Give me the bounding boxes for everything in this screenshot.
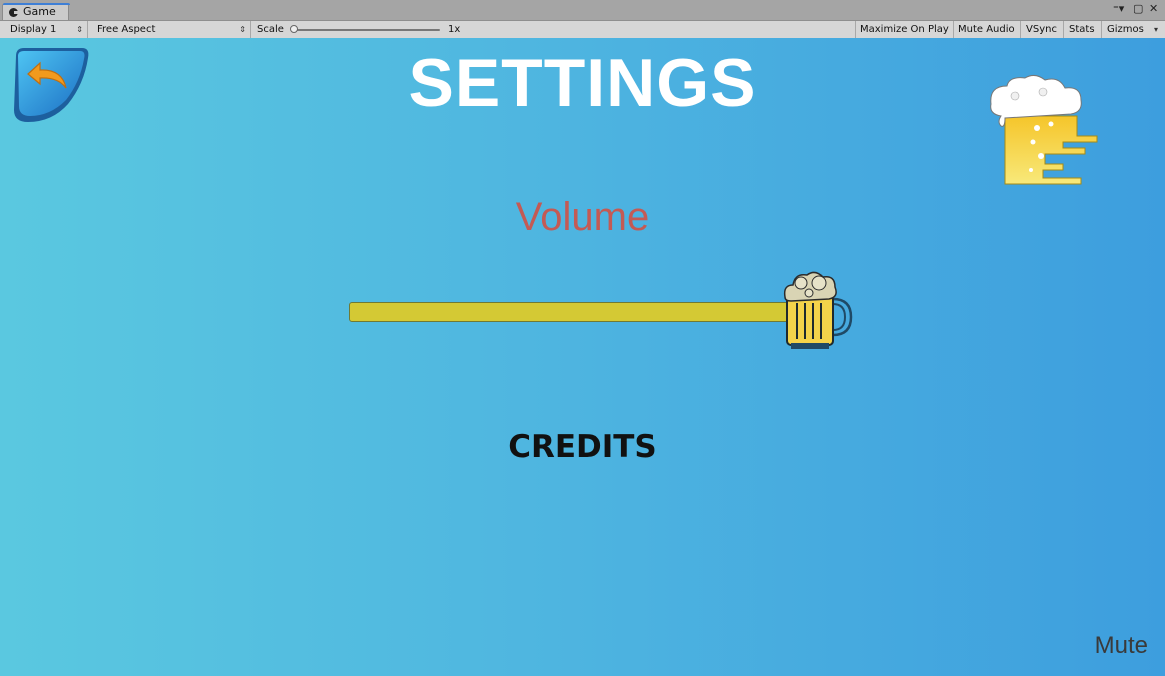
dropdown-arrow-icon: ⇕: [239, 25, 246, 34]
mute-audio-toggle[interactable]: Mute Audio: [954, 21, 1021, 38]
mute-audio-label: Mute Audio: [958, 24, 1015, 35]
gizmos-dropdown[interactable]: Gizmos ▾: [1102, 21, 1162, 38]
game-view: SETTINGS Volume CREDITS Mute: [0, 38, 1165, 676]
stats-label: Stats: [1069, 24, 1095, 35]
maximize-on-play-toggle[interactable]: Maximize On Play: [855, 21, 954, 38]
scale-value: 1x: [448, 24, 461, 35]
maximize-on-play-label: Maximize On Play: [860, 24, 949, 35]
gizmos-label: Gizmos: [1107, 24, 1144, 35]
scale-slider-handle[interactable]: [290, 25, 298, 33]
game-tab-label: Game: [23, 5, 56, 18]
beer-logo-icon: [985, 74, 1101, 214]
vsync-label: VSync: [1026, 24, 1057, 35]
editor-tab-bar: Game ⁼▾ ▢ ✕: [0, 0, 1165, 21]
vsync-toggle[interactable]: VSync: [1021, 21, 1064, 38]
volume-slider[interactable]: [349, 302, 791, 322]
beer-mug-handle-icon[interactable]: [781, 269, 853, 351]
credits-button[interactable]: CREDITS: [0, 428, 1165, 466]
aspect-value: Free Aspect: [97, 24, 156, 35]
game-icon: [9, 8, 19, 17]
scale-label: Scale: [257, 24, 284, 35]
menu-icon[interactable]: ⁼▾: [1113, 2, 1124, 16]
game-tab[interactable]: Game: [2, 3, 70, 20]
scale-slider-track[interactable]: [292, 29, 440, 31]
maximize-icon[interactable]: ▢: [1133, 2, 1143, 16]
close-icon[interactable]: ✕: [1149, 2, 1158, 16]
volume-label: Volume: [515, 195, 650, 239]
dropdown-arrow-icon: ▾: [1153, 25, 1158, 34]
display-value: Display 1: [10, 24, 57, 35]
mute-button[interactable]: Mute: [1095, 632, 1148, 660]
aspect-dropdown[interactable]: Free Aspect ⇕: [91, 21, 251, 38]
game-toolbar: Display 1 ⇕ Free Aspect ⇕ Scale 1x Maxim…: [0, 21, 1165, 39]
stats-toggle[interactable]: Stats: [1064, 21, 1102, 38]
dropdown-arrow-icon: ⇕: [76, 25, 83, 34]
display-dropdown[interactable]: Display 1 ⇕: [4, 21, 88, 38]
